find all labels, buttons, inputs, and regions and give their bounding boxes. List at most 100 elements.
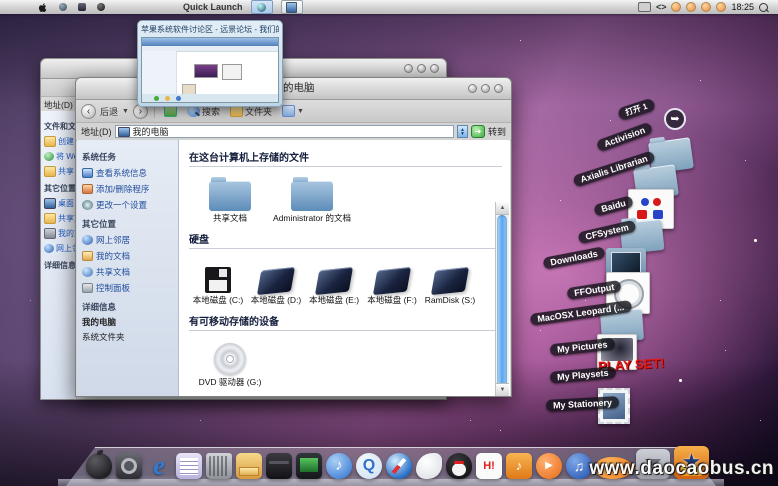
trash-icon[interactable] <box>206 453 232 479</box>
qq-face-icon-2[interactable] <box>686 2 696 12</box>
sidebar-section-system-tasks: 系统任务 <box>82 151 175 163</box>
sidebar-item-network[interactable]: 网上邻居 <box>82 234 175 246</box>
thumb-image <box>194 64 218 78</box>
finder-apple-icon[interactable] <box>86 453 112 479</box>
input-method-icon[interactable] <box>78 3 86 11</box>
site-watermark: www.daocaobus.cn <box>589 458 774 480</box>
scrollbar[interactable] <box>495 202 509 396</box>
drive-item-dvd[interactable]: DVD 驱动器 (G:) <box>189 337 271 388</box>
back-button[interactable]: ‹ <box>81 104 96 119</box>
sidebar-item[interactable]: 创建 <box>44 136 76 147</box>
spotlight-icon[interactable] <box>759 3 768 12</box>
desktop-icon <box>44 198 56 209</box>
address-combobox[interactable]: 我的电脑 <box>115 125 454 138</box>
network-icon <box>44 244 54 253</box>
sidebar-section-other-places: 其它位置 <box>82 218 175 230</box>
file-list-area[interactable]: 在这台计算机上存储的文件 共享文档 Administrator 的文档 硬盘 <box>179 140 510 396</box>
qq-face-icon-1[interactable] <box>671 2 681 12</box>
taskbar-button-forum[interactable] <box>251 0 273 14</box>
dvd-disc-icon <box>214 343 246 375</box>
tasks-sidebar: 系统任务 查看系统信息 添加/删除程序 更改一个设置 其它位置 网上邻居 我的文… <box>77 140 179 396</box>
thumb-nav-panel <box>142 51 177 94</box>
apple-small-icon[interactable] <box>97 3 105 11</box>
minimize-button[interactable] <box>417 64 426 73</box>
sidebar-item-change-setting[interactable]: 更改一个设置 <box>82 199 175 211</box>
scroll-up-button[interactable] <box>496 202 509 215</box>
sidebar-item-shared-documents[interactable]: 共享文档 <box>82 266 175 278</box>
dock-front-edge <box>58 479 724 486</box>
sidebar-item[interactable]: 共享文 <box>44 213 76 224</box>
go-label: 转到 <box>488 125 506 138</box>
go-button[interactable] <box>471 125 485 138</box>
sidebar-item[interactable]: 桌面 <box>44 198 76 209</box>
my-computer-window[interactable]: 我的电脑 ‹ 后退 ▼ › 搜索 文件夹 ▼ 地址(D) 我的电脑 转到 <box>75 77 512 397</box>
code-brackets-icon[interactable]: <> <box>656 2 667 12</box>
notepad-icon[interactable] <box>176 453 202 479</box>
address-bar: 地址(D) 我的电脑 转到 <box>76 123 511 141</box>
itunes-icon[interactable] <box>326 453 352 479</box>
sidebar-item-add-remove[interactable]: 添加/删除程序 <box>82 183 175 195</box>
stack-item-activision[interactable]: Activision <box>596 122 654 153</box>
close-button[interactable] <box>404 64 413 73</box>
close-button[interactable] <box>468 84 477 93</box>
globe-icon[interactable] <box>59 3 67 11</box>
white-bird-icon[interactable] <box>416 453 442 479</box>
details-system-folder: 系统文件夹 <box>82 331 175 343</box>
maximize-button[interactable] <box>494 84 503 93</box>
views-button[interactable]: ▼ <box>279 104 307 118</box>
file-item-shared-documents[interactable]: 共享文档 <box>189 173 271 224</box>
add-remove-programs-icon <box>82 184 93 194</box>
internet-explorer-icon[interactable]: e <box>146 453 172 479</box>
drive-item-ramdisk[interactable]: RamDisk (S:) <box>421 255 479 306</box>
address-stepper[interactable] <box>457 125 468 138</box>
section-header-removable-storage: 有可移动存储的设备 <box>189 313 502 331</box>
scroll-down-button[interactable] <box>496 383 509 396</box>
minimize-button[interactable] <box>481 84 490 93</box>
stack-item-open[interactable]: 打开 1 <box>617 98 656 122</box>
open-curved-arrow-icon[interactable] <box>664 108 686 130</box>
drive-item-e[interactable]: 本地磁盘 (E:) <box>305 255 363 306</box>
sidebar-item-control-panel[interactable]: 控制面板 <box>82 282 175 294</box>
gift-box-icon[interactable] <box>506 453 532 479</box>
taskbar-preview-popup[interactable]: 苹果系统软件讨论区 - 远景论坛 - 我们的 <box>137 20 283 107</box>
drive-item-d[interactable]: 本地磁盘 (D:) <box>247 255 305 306</box>
media-player-icon[interactable] <box>296 453 322 479</box>
sidebar-section-details: 详细信息 <box>82 301 175 313</box>
sidebar-item[interactable]: 将 Web <box>44 151 76 162</box>
shared-documents-icon <box>82 267 93 277</box>
drive-item-c[interactable]: 本地磁盘 (C:) <box>189 255 247 306</box>
browser-thumbnail[interactable] <box>141 37 279 103</box>
maximize-button[interactable] <box>430 64 439 73</box>
qq-face-icon-3[interactable] <box>701 2 711 12</box>
pp-mascot-icon[interactable] <box>536 453 562 479</box>
quicktime-icon[interactable] <box>356 453 382 479</box>
stack-item-downloads[interactable]: Downloads <box>542 246 605 270</box>
sidebar-item-my-documents[interactable]: 我的文档 <box>82 250 175 262</box>
qq-penguin-icon[interactable] <box>446 453 472 479</box>
apple-menu-icon[interactable] <box>38 2 48 13</box>
my-computer-icon <box>118 127 130 137</box>
safari-compass-icon[interactable] <box>386 453 412 479</box>
desktop[interactable]: Quick Launch <> 18:25 苹果系统软件讨论区 - 远景论坛 -… <box>0 0 778 486</box>
hard-disk-icon <box>257 267 295 295</box>
system-preferences-icon[interactable] <box>116 453 142 479</box>
back-dropdown-caret[interactable]: ▼ <box>122 108 129 115</box>
sidebar-item[interactable]: 我的文 <box>44 228 76 239</box>
menu-clock[interactable]: 18:25 <box>731 2 754 12</box>
thumb-footer <box>142 94 278 102</box>
package-box-icon[interactable] <box>236 453 262 479</box>
stack-item-my-playsets[interactable]: My Playsets <box>550 366 616 384</box>
scrollbar-thumb[interactable] <box>497 215 507 396</box>
file-item-administrator-documents[interactable]: Administrator 的文档 <box>271 173 353 224</box>
display-menu-icon[interactable] <box>638 2 651 12</box>
sidebar-section-title: 文件和文 <box>44 121 76 132</box>
sidebar-item[interactable]: 网上邻 <box>44 243 76 254</box>
qq-face-icon-4[interactable] <box>716 2 726 12</box>
hard-disk-icon <box>431 267 469 295</box>
drive-item-f[interactable]: 本地磁盘 (F:) <box>363 255 421 306</box>
taskbar-button-my-computer[interactable] <box>281 0 303 14</box>
leather-wallet-icon[interactable] <box>266 453 292 479</box>
sidebar-item-system-info[interactable]: 查看系统信息 <box>82 167 175 179</box>
sidebar-item[interactable]: 共享 <box>44 166 76 177</box>
bear-messenger-icon[interactable] <box>476 453 502 479</box>
